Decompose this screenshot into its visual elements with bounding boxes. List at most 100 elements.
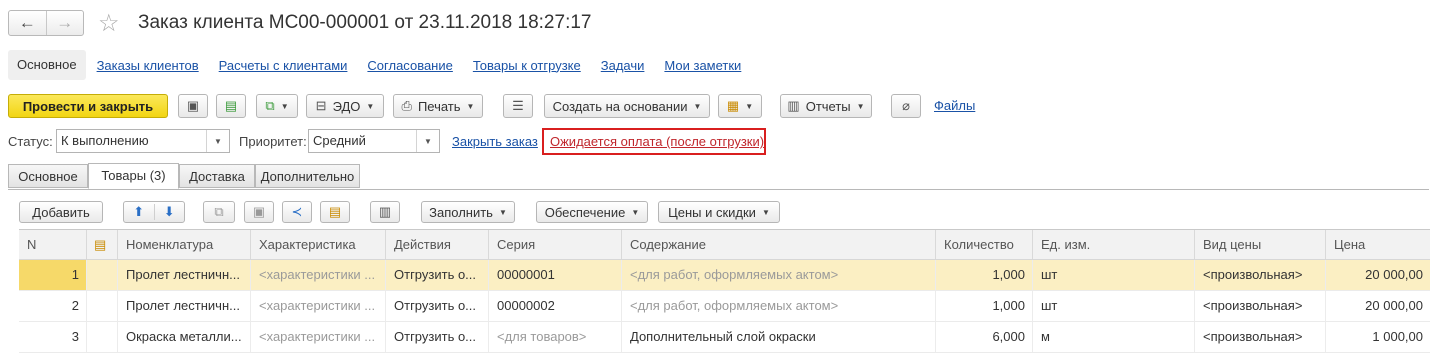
table-row[interactable]: 1 Пролет лестничн... <характеристики ...…	[19, 260, 1430, 291]
forward-arrow-icon[interactable]: →	[45, 11, 84, 35]
post-and-close-button[interactable]: Провести и закрыть	[8, 94, 168, 118]
reports-button[interactable]: ▥ Отчеты ▼	[780, 94, 872, 118]
cell-characteristic[interactable]: <характеристики ...	[251, 291, 386, 321]
chevron-down-icon[interactable]: ▼	[206, 130, 229, 152]
cell-quantity[interactable]: 6,000	[936, 322, 1033, 352]
cell-content[interactable]: <для работ, оформляемых актом>	[622, 260, 936, 290]
copy-row-button[interactable]: ⧉	[203, 201, 235, 223]
cell-content[interactable]: <для работ, оформляемых актом>	[622, 291, 936, 321]
cell-unit[interactable]: шт	[1033, 260, 1195, 290]
reserve-button[interactable]: ▤	[320, 201, 350, 223]
edo-button[interactable]: ⊟ ЭДО ▼	[306, 94, 384, 118]
chevron-down-icon: ▼	[280, 101, 289, 111]
barcode-icon: ▥	[378, 204, 392, 219]
cell-flag[interactable]	[87, 260, 118, 290]
back-arrow-icon[interactable]: ←	[9, 11, 46, 35]
cell-flag[interactable]	[87, 291, 118, 321]
header-series[interactable]: Серия	[489, 230, 622, 259]
cell-nomenclature[interactable]: Окраска металли...	[118, 322, 251, 352]
cell-quantity[interactable]: 1,000	[936, 291, 1033, 321]
add-row-button[interactable]: Добавить	[19, 201, 103, 223]
post-button[interactable]: ▤	[216, 94, 246, 118]
tab-main[interactable]: Основное	[8, 164, 88, 188]
cell-unit[interactable]: шт	[1033, 291, 1195, 321]
tab-goods[interactable]: Товары (3)	[88, 163, 179, 189]
cell-series[interactable]: 00000002	[489, 291, 622, 321]
chevron-down-icon[interactable]: ▼	[416, 130, 439, 152]
header-quantity[interactable]: Количество	[936, 230, 1033, 259]
header-n[interactable]: N	[19, 230, 87, 259]
header-content[interactable]: Содержание	[622, 230, 936, 259]
section-link-approval[interactable]: Согласование	[367, 58, 452, 73]
header-flag[interactable]: ▤	[87, 230, 118, 259]
header-price[interactable]: Цена	[1326, 230, 1430, 259]
cell-price[interactable]: 20 000,00	[1326, 260, 1430, 290]
chevron-down-icon: ▼	[693, 101, 702, 111]
edo-icon: ⊟	[315, 98, 327, 113]
priority-field[interactable]: Средний ▼	[308, 129, 440, 153]
tab-additional[interactable]: Дополнительно	[255, 164, 360, 188]
header-characteristic[interactable]: Характеристика	[251, 230, 386, 259]
cell-price[interactable]: 20 000,00	[1326, 291, 1430, 321]
prices-discounts-button[interactable]: Цены и скидки ▼	[658, 201, 780, 223]
files-link[interactable]: Файлы	[934, 98, 975, 113]
section-link-customer-orders[interactable]: Заказы клиентов	[97, 58, 199, 73]
header-unit[interactable]: Ед. изм.	[1033, 230, 1195, 259]
print-button[interactable]: ⎙ Печать ▼	[393, 94, 483, 118]
barcode-button[interactable]: ▥	[370, 201, 400, 223]
split-row-button[interactable]: ≺	[282, 201, 312, 223]
section-link-goods-to-ship[interactable]: Товары к отгрузке	[473, 58, 581, 73]
create-based-on-button[interactable]: Создать на основании ▼	[544, 94, 710, 118]
cell-actions[interactable]: Отгрузить о...	[386, 260, 489, 290]
cell-quantity[interactable]: 1,000	[936, 260, 1033, 290]
cell-nomenclature[interactable]: Пролет лестничн...	[118, 260, 251, 290]
table-header: N ▤ Номенклатура Характеристика Действия…	[19, 230, 1430, 260]
cell-actions[interactable]: Отгрузить о...	[386, 291, 489, 321]
provision-label: Обеспечение	[544, 204, 626, 220]
section-main[interactable]: Основное	[8, 50, 86, 80]
header-actions[interactable]: Действия	[386, 230, 489, 259]
header-price-type[interactable]: Вид цены	[1195, 230, 1326, 259]
paste-button[interactable]: ▣	[244, 201, 274, 223]
section-link-tasks[interactable]: Задачи	[601, 58, 645, 73]
cell-content[interactable]: Дополнительный слой окраски	[622, 322, 936, 352]
cell-characteristic[interactable]: <характеристики ...	[251, 322, 386, 352]
tab-delivery[interactable]: Доставка	[179, 164, 255, 188]
document-list-button[interactable]: ☰	[503, 94, 533, 118]
status-field[interactable]: К выполнению ▼	[56, 129, 230, 153]
section-link-settlements[interactable]: Расчеты с клиентами	[219, 58, 348, 73]
related-documents-button[interactable]: ⧉ ▼	[256, 94, 298, 118]
cell-unit[interactable]: м	[1033, 322, 1195, 352]
paste-icon: ▣	[252, 204, 266, 219]
cell-series[interactable]: 00000001	[489, 260, 622, 290]
attach-file-button[interactable]: ⌀	[891, 94, 921, 118]
paperclip-icon: ⌀	[902, 98, 910, 113]
close-order-link[interactable]: Закрыть заказ	[452, 134, 538, 149]
cell-nomenclature[interactable]: Пролет лестничн...	[118, 291, 251, 321]
cell-flag[interactable]	[87, 322, 118, 352]
printer-icon: ⎙	[401, 98, 412, 113]
header-nomenclature[interactable]: Номенклатура	[118, 230, 251, 259]
cell-characteristic[interactable]: <характеристики ...	[251, 260, 386, 290]
cell-price[interactable]: 1 000,00	[1326, 322, 1430, 352]
cell-n[interactable]: 2	[19, 291, 87, 321]
cell-n[interactable]: 1	[19, 260, 87, 290]
cell-price-type[interactable]: <произвольная>	[1195, 260, 1326, 290]
fill-button[interactable]: Заполнить ▼	[421, 201, 515, 223]
cell-price-type[interactable]: <произвольная>	[1195, 291, 1326, 321]
cell-series[interactable]: <для товаров>	[489, 322, 622, 352]
favorite-star-icon[interactable]: ☆	[98, 9, 120, 38]
cell-n[interactable]: 3	[19, 322, 87, 352]
cell-actions[interactable]: Отгрузить о...	[386, 322, 489, 352]
provision-button[interactable]: Обеспечение ▼	[536, 201, 648, 223]
save-button[interactable]: ▣	[178, 94, 208, 118]
table-row[interactable]: 2 Пролет лестничн... <характеристики ...…	[19, 291, 1430, 322]
move-down-icon[interactable]: ⬇	[153, 204, 185, 220]
table-row[interactable]: 3 Окраска металли... <характеристики ...…	[19, 322, 1430, 353]
nav-buttons: ← →	[8, 10, 84, 36]
payment-status-link[interactable]: Ожидается оплата (после отгрузки)	[550, 134, 764, 149]
move-up-icon[interactable]: ⬆	[124, 204, 154, 220]
attachments-menu-button[interactable]: ▦ ▼	[718, 94, 762, 118]
section-link-notes[interactable]: Мои заметки	[664, 58, 741, 73]
cell-price-type[interactable]: <произвольная>	[1195, 322, 1326, 352]
